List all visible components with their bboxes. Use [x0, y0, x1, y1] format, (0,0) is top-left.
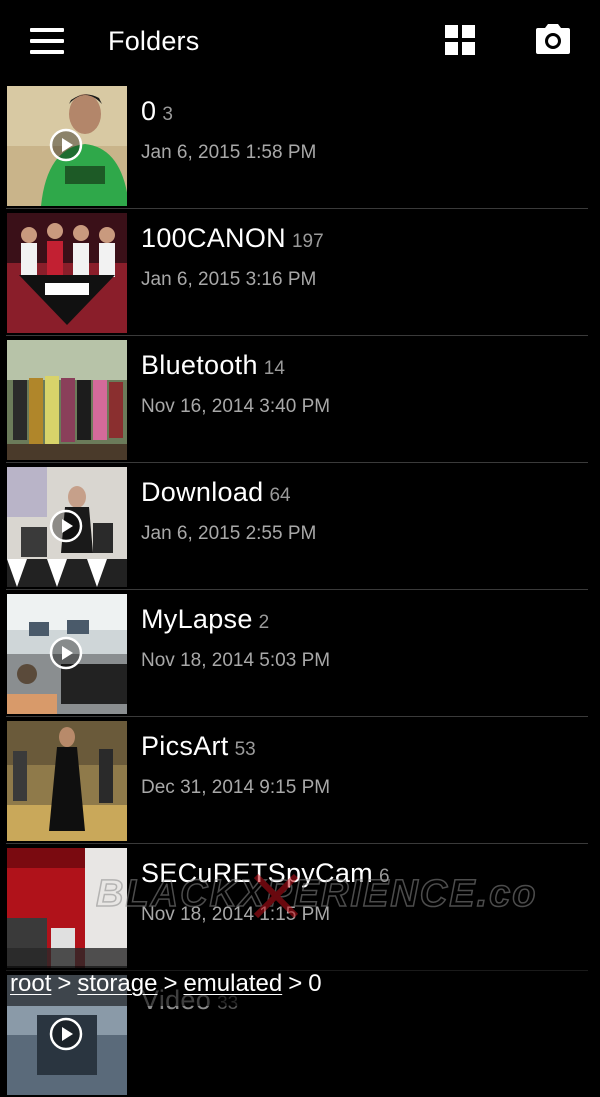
- camera-icon[interactable]: [530, 18, 576, 62]
- breadcrumb-separator: >: [288, 970, 303, 997]
- folder-thumbnail: [7, 86, 127, 206]
- folder-row[interactable]: Bluetooth 14 Nov 16, 2014 3:40 PM: [0, 336, 588, 463]
- folder-item-count: 64: [269, 485, 291, 506]
- play-video-icon: [49, 636, 83, 670]
- folder-thumbnail: [7, 340, 127, 460]
- folder-thumbnail: [7, 213, 127, 333]
- breadcrumb-separator: >: [57, 970, 72, 997]
- folder-row[interactable]: 100CANON 197 Jan 6, 2015 3:16 PM: [0, 209, 588, 336]
- play-video-icon: [49, 1017, 83, 1051]
- folder-date: Jan 6, 2015 3:16 PM: [141, 269, 317, 290]
- folder-name: 100CANON: [141, 223, 286, 253]
- folder-thumbnail: [7, 467, 127, 587]
- folder-item-count: 197: [291, 231, 324, 252]
- folder-row[interactable]: 03 Jan 6, 2015 1:58 PM: [0, 82, 588, 209]
- folder-thumbnail: [7, 594, 127, 714]
- folder-row[interactable]: Download 64 Jan 6, 2015 2:55 PM: [0, 463, 588, 590]
- folder-date: Nov 16, 2014 3:40 PM: [141, 396, 331, 417]
- folder-item-count: 3: [162, 104, 173, 125]
- folder-row[interactable]: PicsArt 53 Dec 31, 2014 9:15 PM: [0, 717, 588, 844]
- folder-name: Download: [141, 477, 264, 507]
- folder-date: Dec 31, 2014 9:15 PM: [141, 777, 331, 798]
- play-video-icon: [49, 509, 83, 543]
- page-title: Folders: [108, 26, 200, 56]
- folder-row[interactable]: MyLapse 2 Nov 18, 2014 5:03 PM: [0, 590, 588, 717]
- folder-thumbnail: [7, 721, 127, 841]
- breadcrumb-bar: root > storage > emulated >0: [0, 966, 600, 1006]
- breadcrumb-storage[interactable]: storage: [77, 970, 157, 997]
- folder-name: Bluetooth: [141, 350, 258, 380]
- watermark-logo: BLACKXPERIENCE.com: [95, 866, 572, 926]
- folder-name: MyLapse: [141, 604, 253, 634]
- breadcrumb-current: 0: [308, 970, 322, 997]
- folder-date: Jan 6, 2015 2:55 PM: [141, 523, 317, 544]
- breadcrumb-emulated[interactable]: emulated: [183, 970, 282, 997]
- folder-name: PicsArt: [141, 731, 229, 761]
- folder-date: Nov 18, 2014 5:03 PM: [141, 650, 331, 671]
- folder-date: Jan 6, 2015 1:58 PM: [141, 142, 317, 163]
- hamburger-menu-icon[interactable]: [20, 20, 72, 62]
- breadcrumb-root[interactable]: root: [10, 970, 51, 997]
- svg-text:BLACKXPERIENCE.com: BLACKXPERIENCE.com: [96, 873, 536, 915]
- top-app-bar: Folders: [0, 0, 600, 82]
- grid-view-icon[interactable]: [438, 18, 482, 62]
- play-video-icon: [49, 128, 83, 162]
- folder-item-count: 14: [263, 358, 285, 379]
- folder-item-count: 53: [234, 739, 256, 760]
- folder-item-count: 2: [258, 612, 270, 633]
- breadcrumb: root > storage > emulated >0: [10, 970, 322, 998]
- breadcrumb-separator: >: [163, 970, 178, 997]
- folder-name: 0: [141, 96, 157, 126]
